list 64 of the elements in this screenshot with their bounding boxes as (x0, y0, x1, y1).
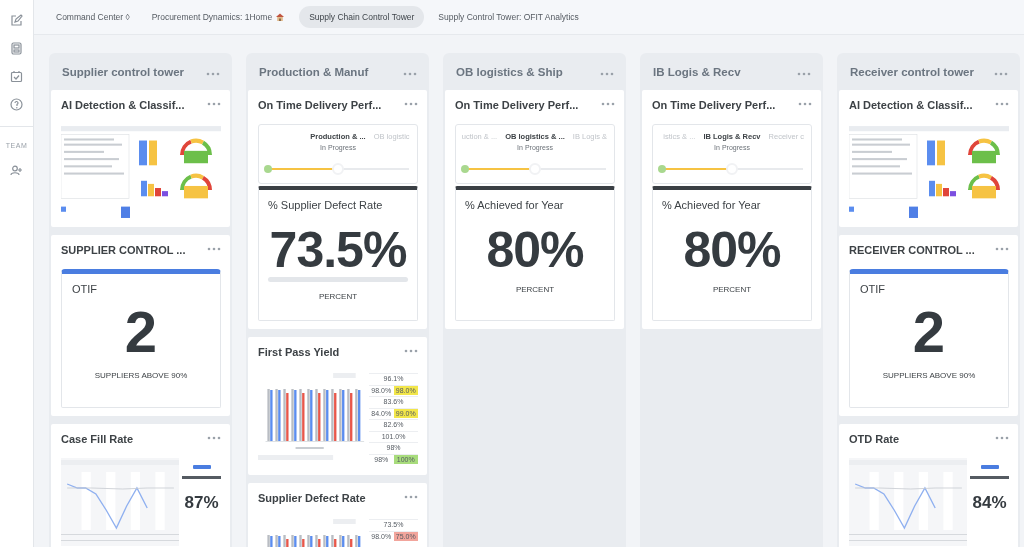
metric-value: 80% (683, 225, 781, 275)
dashboard-tab[interactable]: Supply Control Tower: OFIT Analytics (430, 6, 587, 28)
metric-title: % Supplier Defect Rate (268, 199, 383, 211)
kpi-value: 87% (184, 493, 219, 513)
card-title: AI Detection & Classif... (61, 98, 185, 111)
metric-value: 80% (486, 225, 584, 275)
column-title: Production & Manuf (259, 65, 369, 78)
step-dot (461, 165, 469, 173)
more-icon[interactable] (206, 71, 220, 76)
calculator-icon[interactable] (10, 42, 23, 55)
dashboard-tab[interactable]: Supply Chain Control Tower (299, 6, 425, 28)
more-icon[interactable] (404, 495, 418, 499)
more-icon[interactable] (600, 71, 614, 76)
help-icon[interactable] (10, 98, 23, 111)
kpi-title: OTIF (860, 283, 886, 295)
column-title: Receiver control tower (850, 65, 974, 78)
kpi-value: 2 (912, 303, 946, 361)
metric-title: % Achieved for Year (465, 199, 564, 211)
column-title: IB Logis & Recv (653, 65, 741, 78)
edit-icon[interactable] (10, 14, 23, 27)
kpi-caption: SUPPLIERS ABOVE 90% (94, 371, 188, 380)
more-icon[interactable] (207, 102, 221, 106)
card-title: AI Detection & Classif... (849, 98, 973, 111)
more-icon[interactable] (207, 436, 221, 440)
more-icon[interactable] (404, 349, 418, 353)
kpi-caption: SUPPLIERS ABOVE 90% (882, 371, 976, 380)
more-icon[interactable] (994, 71, 1008, 76)
more-icon[interactable] (797, 71, 811, 76)
card-title: First Pass Yield (258, 345, 340, 358)
button-preview (980, 465, 999, 469)
column-title: OB logistics & Ship (456, 65, 563, 78)
more-icon[interactable] (403, 71, 417, 76)
card-title: SUPPLIER CONTROL ... (61, 243, 186, 256)
more-icon[interactable] (798, 102, 812, 106)
kpi-value: 2 (124, 303, 158, 361)
button-preview (192, 465, 211, 469)
house-icon (275, 12, 286, 22)
card-title: Case Fill Rate (61, 432, 134, 445)
card-title: Supplier Defect Rate (258, 491, 366, 504)
metric-value: 73.5% (269, 225, 407, 275)
calendar-check-icon[interactable] (10, 70, 23, 83)
kpi-title: OTIF (72, 283, 98, 295)
dashboard-tab[interactable]: Command Center ◊ (48, 6, 138, 28)
more-icon[interactable] (995, 102, 1009, 106)
more-icon[interactable] (404, 102, 418, 106)
card-title: RECEIVER CONTROL ... (849, 243, 975, 256)
kpi-value: 84% (972, 493, 1007, 513)
card-title: On Time Delivery Perf... (258, 98, 382, 111)
more-icon[interactable] (995, 436, 1009, 440)
metric-caption: PERCENT (318, 292, 358, 301)
card-title: OTD Rate (849, 432, 900, 445)
dashboard-tab[interactable]: Procurement Dynamics: 1Home (143, 6, 294, 28)
more-icon[interactable] (601, 102, 615, 106)
metric-caption: PERCENT (712, 285, 752, 294)
more-icon[interactable] (995, 247, 1009, 251)
step-dot (264, 165, 272, 173)
metric-title: % Achieved for Year (662, 199, 761, 211)
card-title: On Time Delivery Perf... (652, 98, 776, 111)
step-dot (658, 165, 666, 173)
card-title: On Time Delivery Perf... (455, 98, 579, 111)
more-icon[interactable] (207, 247, 221, 251)
column-title: Supplier control tower (62, 65, 185, 78)
metric-caption: PERCENT (515, 285, 555, 294)
add-user-icon[interactable] (10, 164, 23, 177)
